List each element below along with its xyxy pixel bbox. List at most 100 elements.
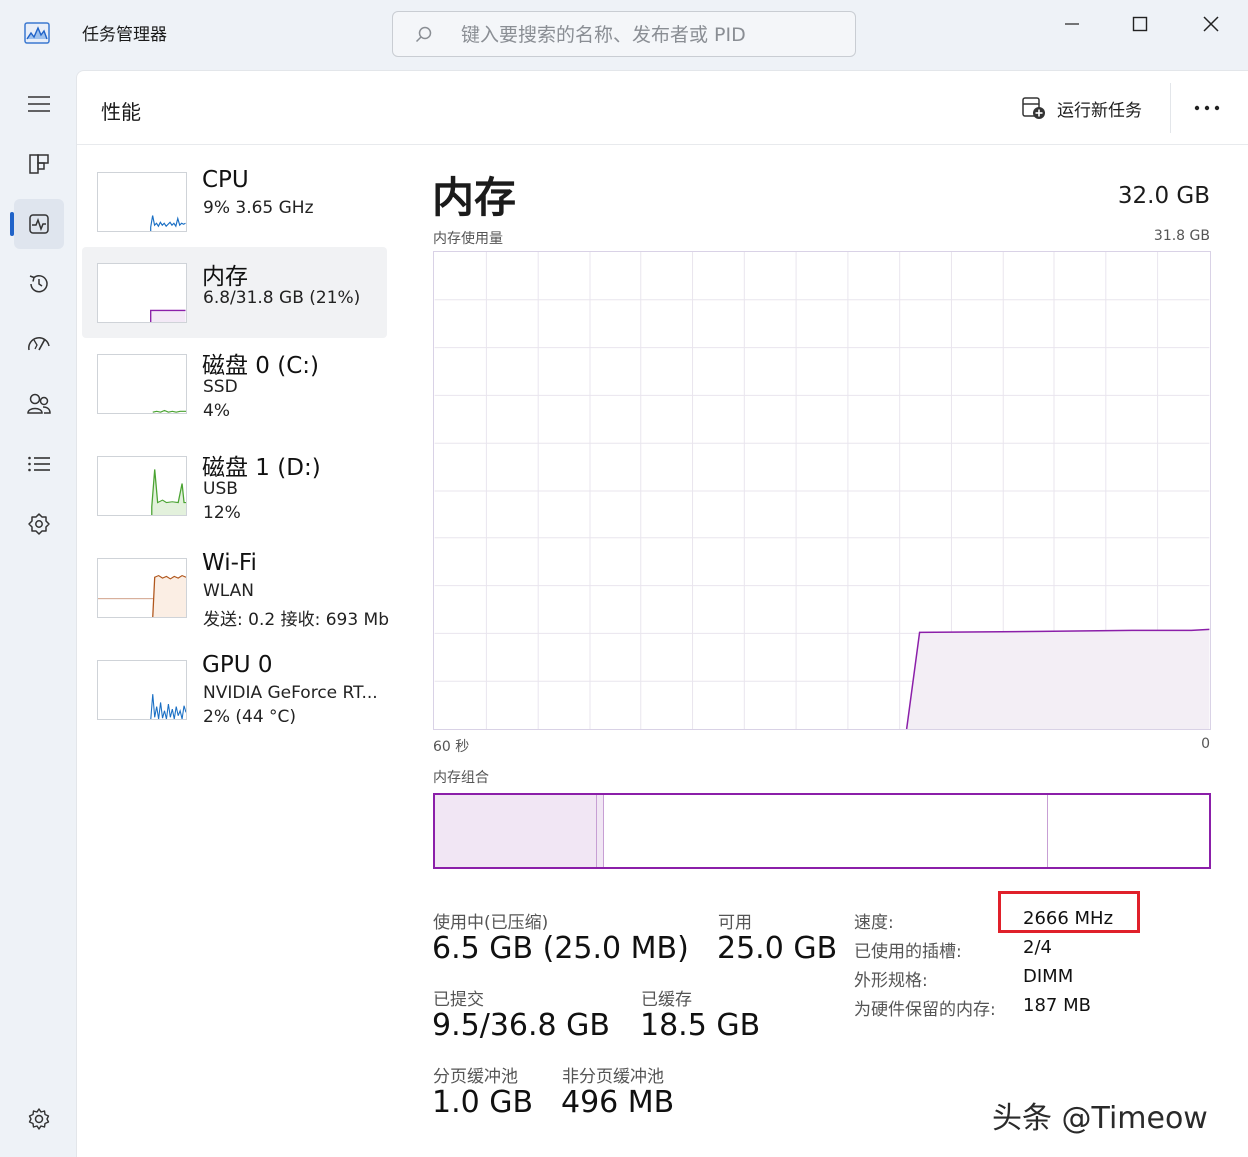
hardware-reserved-value: 187 MB [1023,995,1091,1016]
services-icon [28,513,50,535]
paged-pool-value: 1.0 GB [432,1085,534,1120]
gpu-thumbnail-graph [97,660,187,720]
device-detail: USB [203,479,238,499]
task-manager-logo-icon [24,22,50,44]
device-name: 磁盘 1 (D:) [202,455,321,481]
minimize-icon [1065,23,1079,25]
memory-title: 内存 [432,173,517,222]
memory-composition-bar [433,793,1211,869]
nav-performance[interactable] [14,199,64,249]
app-title: 任务管理器 [82,25,167,45]
composition-in-use [435,795,596,867]
disk0-thumbnail-graph [97,354,187,414]
device-detail: 12% [203,503,241,523]
nav-users[interactable] [14,379,64,429]
memory-usage-graph [433,251,1211,730]
search-box[interactable] [392,11,856,57]
close-button[interactable] [1189,8,1233,40]
disk1-thumbnail-graph [97,456,187,516]
header-divider [1170,83,1171,133]
device-name: 磁盘 0 (C:) [202,353,320,379]
device-name: CPU [202,167,249,193]
wifi-thumbnail-graph [97,558,187,618]
memory-total: 32.0 GB [1117,183,1210,209]
nav-processes[interactable] [14,139,64,189]
page-title: 性能 [101,100,141,124]
device-item-memory[interactable]: 内存 6.8/31.8 GB (21%) [82,247,387,338]
hamburger-icon [28,96,50,112]
device-detail: 9% 3.65 GHz [203,198,314,218]
usage-label: 内存使用量 [433,231,503,247]
speed-label: 速度: [854,913,894,933]
nav-settings[interactable] [14,1094,64,1144]
nav-app-history[interactable] [14,259,64,309]
composition-label: 内存组合 [433,770,489,786]
slots-value: 2/4 [1023,937,1052,958]
close-icon [1203,16,1219,32]
panel-header: 性能 运行新任务 [77,71,1248,145]
device-detail: 发送: 0.2 接收: 693 Mb [203,610,390,630]
device-detail: 2% (44 °C) [203,707,297,727]
slots-label: 已使用的插槽: [854,942,962,962]
device-name: 内存 [202,264,248,290]
search-icon [415,26,432,43]
processes-icon [29,154,49,174]
committed-value: 9.5/36.8 GB [432,1008,610,1043]
more-options-button[interactable] [1187,93,1227,123]
users-icon [27,393,51,414]
device-item-wifi[interactable]: Wi-Fi WLAN 发送: 0.2 接收: 693 Mb [82,545,389,645]
maximize-icon [1132,16,1148,32]
available-label: 可用 [718,913,752,933]
device-detail: 6.8/31.8 GB (21%) [203,288,361,308]
device-item-gpu-0[interactable]: GPU 0 NVIDIA GeForce RT... 2% (44 °C) [82,647,387,747]
hardware-reserved-label: 为硬件保留的内存: [854,1000,996,1020]
available-value: 25.0 GB [717,931,838,966]
nonpaged-pool-value: 496 MB [561,1085,675,1120]
device-detail: NVIDIA GeForce RT... [203,683,378,703]
device-detail: 4% [203,401,230,421]
device-name: GPU 0 [202,652,273,678]
watermark: 头条 @Timeow [992,1101,1208,1136]
details-icon [28,456,50,472]
nav-menu-button[interactable] [14,79,64,129]
run-task-icon [1022,97,1045,119]
run-task-label: 运行新任务 [1057,100,1142,121]
device-item-disk-0[interactable]: 磁盘 0 (C:) SSD 4% [82,341,387,441]
device-name: Wi-Fi [202,550,257,576]
nav-details[interactable] [14,439,64,489]
device-detail: SSD [203,377,238,397]
performance-icon [29,214,49,234]
memory-usage-area [906,629,1210,729]
performance-panel: 性能 运行新任务 CPU 9% 3.65 GHz 内存 6.8/31.8 GB … [76,70,1248,1157]
in-use-value: 6.5 GB (25.0 MB) [432,931,689,966]
nav-services[interactable] [14,499,64,549]
search-input[interactable] [461,21,841,49]
history-icon [29,275,48,293]
device-item-disk-1[interactable]: 磁盘 1 (D:) USB 12% [82,443,387,543]
paged-pool-label: 分页缓冲池 [433,1067,518,1087]
title-bar: 任务管理器 [0,0,1248,70]
memory-thumbnail-graph [97,263,187,323]
maximize-button[interactable] [1118,8,1162,40]
nonpaged-pool-label: 非分页缓冲池 [562,1067,664,1087]
settings-icon [28,1108,50,1130]
more-icon [1194,105,1220,111]
cpu-thumbnail-graph [97,172,187,232]
run-new-task-button[interactable]: 运行新任务 [1021,93,1142,123]
time-axis-right: 0 [1201,736,1210,752]
speed-highlight-annotation [998,891,1140,933]
cached-label: 已缓存 [641,990,692,1010]
form-factor-label: 外形规格: [854,971,928,991]
form-factor-value: DIMM [1023,966,1074,987]
device-detail: WLAN [203,581,255,601]
minimize-button[interactable] [1050,8,1094,40]
usage-max-label: 31.8 GB [1153,228,1210,244]
composition-standby-divider [1047,795,1048,867]
committed-label: 已提交 [433,990,484,1010]
in-use-label: 使用中(已压缩) [433,913,549,933]
device-item-cpu[interactable]: CPU 9% 3.65 GHz [82,157,387,247]
nav-startup-apps[interactable] [14,319,64,369]
composition-modified [596,795,604,867]
time-axis-left: 60 秒 [433,739,470,755]
startup-icon [28,337,50,351]
